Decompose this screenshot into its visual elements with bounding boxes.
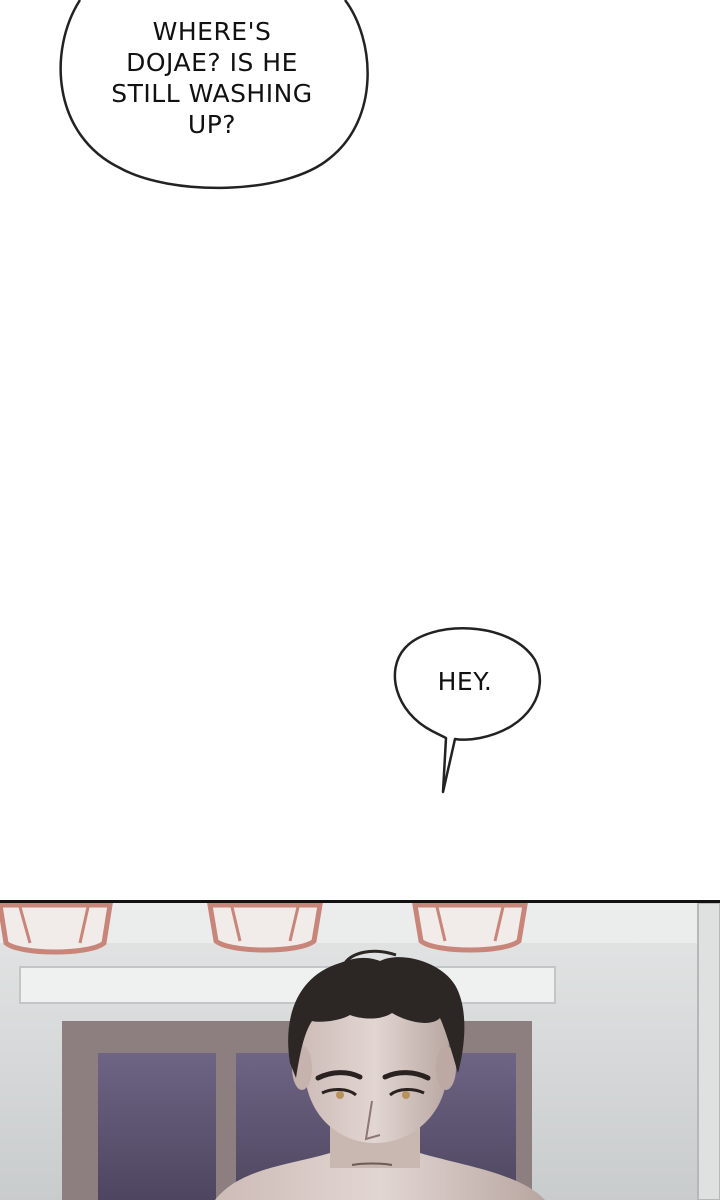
comic-panel — [0, 900, 720, 1200]
door-edge — [697, 903, 720, 1200]
character-iris — [402, 1091, 410, 1099]
speech-bubble-2-text: HEY. — [400, 666, 530, 697]
speech-line: HEY. — [437, 667, 493, 696]
speech-bubble-2 — [393, 627, 542, 794]
character-iris — [336, 1091, 344, 1099]
speech-line: STILL WASHING — [111, 79, 313, 108]
window-pane — [98, 1053, 216, 1200]
ceiling-lamp — [207, 903, 323, 953]
speech-line: DOJAE? IS HE — [126, 48, 298, 77]
speech-line: WHERE'S — [152, 17, 272, 46]
webtoon-page: WHERE'S DOJAE? IS HE STILL WASHING UP? H… — [0, 0, 720, 1200]
wall-moulding — [19, 966, 556, 1004]
speech-bubble-1-text: WHERE'S DOJAE? IS HE STILL WASHING UP? — [92, 16, 332, 140]
panel-illustration — [0, 903, 720, 1200]
speech-line: UP? — [187, 110, 237, 139]
ceiling-lamp — [0, 903, 113, 955]
ceiling-lamp — [412, 903, 528, 953]
